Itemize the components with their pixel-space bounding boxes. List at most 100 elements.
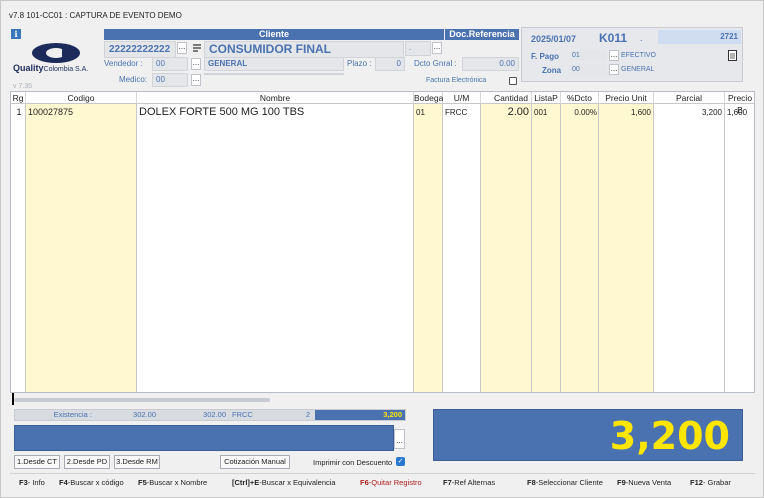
col-codigo [26,92,137,392]
factura-label: Factura Electrónica [426,77,487,84]
vendor-label: Vendedor : [104,59,143,68]
cell-rg: 1 [16,107,22,117]
client-id-field[interactable]: 22222222222 [104,41,176,58]
medic-name-field [204,73,344,75]
fkey-f8[interactable]: F8-Seleccionar Cliente [527,478,603,487]
factura-checkbox[interactable] [509,77,517,85]
imprimir-label: Imprimir con Descuento [313,458,393,467]
vendor-lookup-button[interactable]: ... [191,58,201,70]
col-rg [11,92,26,392]
existencia-um: FRCC [232,410,253,419]
dcto-field[interactable]: 0.00 [462,57,519,71]
header-cantidad[interactable]: Cantidad [481,92,532,104]
header-bodega[interactable]: Bodega [414,92,443,104]
col-nombre [137,92,414,392]
col-cantidad [481,92,532,392]
fpago-name: EFECTIVO [621,52,657,59]
fkey-f7[interactable]: F7-Ref Alternas [443,478,495,487]
col-dcto [561,92,599,392]
dcto-label: Dcto Gnral : [414,59,457,68]
doc-date: 2025/01/07 [531,34,577,44]
window-title: v7.8 101-CC01 : CAPTURA DE EVENTO DEMO [9,11,182,20]
info-icon[interactable]: i [11,29,21,39]
cell-um[interactable]: FRCC [445,105,481,120]
company-name: QualityColombia S.A. [13,63,89,73]
summary-count: 2 [305,410,310,419]
fpago-label: F. Pago [531,52,560,61]
imprimir-checkbox[interactable]: ✓ [396,457,405,466]
fkey-f5[interactable]: F5-Buscar x Nombre [138,478,207,487]
cell-nombre[interactable]: DOLEX FORTE 500 MG 100 TBS [139,105,413,120]
vendor-code-field[interactable]: 00 [152,57,188,71]
docref-lookup-button[interactable]: ... [432,42,442,54]
cotizacion-manual-button[interactable]: Cotización Manual [220,455,290,469]
existencia-value: 302.00 [133,410,156,419]
existencia-value-2: 302.00 [203,410,226,419]
header-nombre[interactable]: Nombre [137,92,414,104]
function-key-bar: F3- Info F4-Buscar x código F5-Buscar x … [10,473,755,491]
header-precio-unit[interactable]: Precio Unit [599,92,654,104]
cell-precio-b: 1,600 [727,108,748,117]
col-um [443,92,481,392]
col-bodega [414,92,443,392]
client-name-field[interactable]: CONSUMIDOR FINAL [204,41,404,58]
col-precio-b [725,92,754,392]
cell-codigo[interactable]: 100027875 [28,105,136,120]
medic-label: Medico: [119,75,148,84]
header-precio-b[interactable]: Precio B [725,92,754,115]
cell-dcto[interactable]: 0.00% [561,105,597,120]
fkey-f9[interactable]: F9-Nueva Venta [617,478,671,487]
fkey-f12[interactable]: F12- Grabar [690,478,731,487]
medic-lookup-button[interactable]: ... [191,74,201,86]
doc-number: 2721 [658,30,741,44]
zona-label: Zona [542,66,562,75]
product-lookup-button[interactable]: ... [394,429,405,449]
col-parcial [654,92,725,392]
fkey-ctrl-e[interactable]: [Ctrl]+E-Buscar x Equivalencia [232,478,336,487]
client-header: Cliente [104,29,444,40]
col-listap [532,92,561,392]
list-icon[interactable] [192,43,202,53]
existencia-label: Existencia : [53,410,92,419]
grand-total-display: 3,200 [433,409,743,461]
fkey-f4[interactable]: F4-Buscar x código [59,478,124,487]
plazo-field[interactable]: 0 [375,57,405,71]
client-lookup-button[interactable]: ... [177,42,187,54]
docref-field[interactable]: . [405,41,431,56]
header-rg[interactable]: Rg [11,92,26,104]
medic-code-field[interactable]: 00 [152,73,188,87]
desde-pd-button[interactable]: 2.Desde PD [64,455,110,469]
document-panel: 2025/01/07 K011 . 2721 F. Pago 01 ... EF… [521,27,743,82]
company-logo-icon [32,43,80,63]
zona-code-field[interactable]: 00 [570,64,606,75]
header-parcial[interactable]: Parcial [654,92,725,104]
fkey-f3[interactable]: F3- Info [19,478,45,487]
desde-rm-button[interactable]: 3.Desde RM [114,455,160,469]
cell-cantidad[interactable]: 2.00 [481,105,529,120]
docref-header: Doc.Referencia [445,29,519,40]
zona-name: GENERAL [621,66,655,73]
col-precio-unit [599,92,654,392]
header-codigo[interactable]: Codigo [26,92,137,104]
header-um[interactable]: U/M [443,92,481,104]
horizontal-scrollbar[interactable] [14,398,270,402]
zona-lookup-button[interactable]: ... [609,64,619,75]
product-input-bar[interactable] [14,425,394,451]
desde-ct-button[interactable]: 1.Desde CT [14,455,60,469]
doc-suffix: . [640,33,643,43]
cell-parcial: 3,200 [701,108,722,117]
items-grid[interactable]: Rg Codigo Nombre Bodega U/M Cantidad Lis… [10,91,755,393]
fkey-f6[interactable]: F6-Quitar Registro [360,478,422,487]
header-dcto[interactable]: %Dcto [561,92,599,104]
header-listap[interactable]: ListaP [532,92,561,104]
fpago-lookup-button[interactable]: ... [609,50,619,61]
cell-listap[interactable]: 001 [534,105,560,120]
fpago-code-field[interactable]: 01 [570,50,606,61]
cell-bodega[interactable]: 01 [416,105,442,120]
summary-total: 3,200 [315,410,405,420]
document-icon[interactable] [728,50,737,61]
doc-code: K011 [599,31,628,45]
cell-precio-unit[interactable]: 1,600 [599,105,651,120]
vendor-name-field: GENERAL [204,57,344,71]
summary-bar: Existencia : 302.00 302.00 FRCC 2 3,200 [14,409,406,421]
